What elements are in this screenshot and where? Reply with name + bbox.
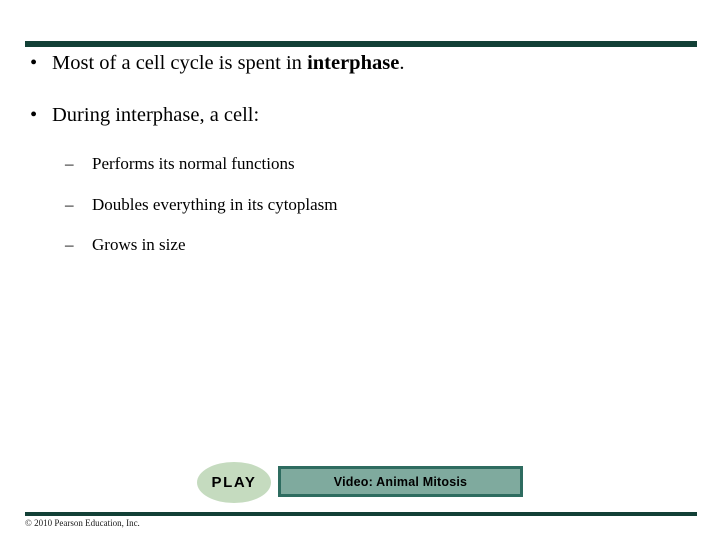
sub-bullet-text: Doubles everything in its cytoplasm [92, 194, 338, 214]
video-link-bar[interactable]: Video: Animal Mitosis [278, 466, 523, 497]
sub-bullet-item-grows: – Grows in size [0, 236, 720, 255]
dash-marker-icon: – [65, 194, 74, 214]
copyright-notice: © 2010 Pearson Education, Inc. [25, 518, 140, 528]
media-controls-row: PLAY Video: Animal Mitosis [0, 461, 720, 505]
dash-marker-icon: – [65, 154, 74, 174]
bullet-item-level1-second: • During interphase, a cell: [0, 104, 720, 127]
dash-marker-icon: – [65, 235, 74, 255]
sub-bullet-text: Performs its normal functions [92, 154, 295, 174]
video-link-label: Video: Animal Mitosis [333, 474, 468, 489]
bullet-marker-icon: • [30, 103, 38, 126]
bullet-item-level1: • Most of a cell cycle is spent in interp… [0, 52, 720, 75]
bullet-text-emphasis: interphase [307, 52, 400, 74]
slide-body-content: • Most of a cell cycle is spent in interp… [0, 52, 720, 277]
bullet-text-trailing: . [399, 52, 405, 74]
sub-bullet-text: Grows in size [92, 235, 186, 255]
bottom-divider-rule [25, 512, 697, 516]
slide-canvas: • Most of a cell cycle is spent in interp… [0, 0, 720, 540]
bullet-text-plain: During interphase, a cell: [52, 103, 260, 126]
bullet-text-plain: Most of a cell cycle is spent in [52, 52, 308, 74]
sub-bullet-item-performs: – Performs its normal functions [0, 154, 720, 174]
sub-bullet-item-doubles: – Doubles everything in its cytoplasm [0, 194, 720, 215]
play-button-label: PLAY [211, 474, 257, 491]
bullet-marker-icon: • [30, 52, 38, 74]
top-divider-rule [25, 41, 697, 47]
play-button[interactable]: PLAY [197, 462, 271, 503]
